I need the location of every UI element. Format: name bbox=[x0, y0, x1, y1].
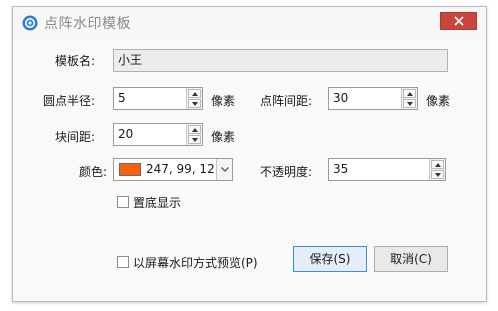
color-picker-combo[interactable]: 247, 99, 12 bbox=[113, 158, 233, 181]
spin-up-icon bbox=[434, 162, 441, 167]
spin-down-icon bbox=[406, 101, 413, 106]
title-bar: 点阵水印模板 bbox=[13, 7, 486, 37]
bottom-layer-checkbox[interactable] bbox=[117, 196, 129, 208]
block-spacing-spinbox[interactable]: 20 bbox=[113, 123, 203, 146]
opacity-spinner bbox=[429, 159, 445, 180]
dot-spacing-spinbox[interactable]: 30 bbox=[328, 87, 418, 110]
spin-up-icon bbox=[191, 91, 198, 96]
color-value: 247, 99, 12 bbox=[146, 162, 215, 176]
spin-up-icon bbox=[406, 91, 413, 96]
opacity-label: 不透明度: bbox=[260, 165, 313, 179]
block-spacing-label: 块间距: bbox=[55, 130, 96, 144]
opacity-value: 35 bbox=[333, 162, 349, 176]
spin-down-icon bbox=[434, 172, 441, 177]
color-label: 颜色: bbox=[79, 165, 108, 179]
dot-radius-unit: 像素 bbox=[211, 94, 236, 108]
dot-radius-value: 5 bbox=[118, 91, 126, 105]
template-name-input[interactable]: 小王 bbox=[113, 49, 448, 72]
bottom-layer-label[interactable]: 置底显示 bbox=[133, 194, 181, 211]
spin-down-icon bbox=[191, 101, 198, 106]
block-spacing-increment[interactable] bbox=[188, 125, 201, 134]
dot-spacing-decrement[interactable] bbox=[403, 99, 416, 108]
block-spacing-value: 20 bbox=[118, 127, 134, 141]
save-button[interactable]: 保存(S) bbox=[293, 246, 367, 272]
block-spacing-spinner bbox=[186, 124, 202, 145]
color-swatch bbox=[119, 163, 141, 176]
opacity-spinbox[interactable]: 35 bbox=[328, 158, 446, 181]
cancel-button[interactable]: 取消(C) bbox=[374, 246, 448, 272]
template-name-label: 模板名: bbox=[55, 54, 96, 68]
dot-radius-decrement[interactable] bbox=[188, 99, 201, 108]
dot-radius-increment[interactable] bbox=[188, 89, 201, 98]
close-button[interactable] bbox=[440, 12, 477, 30]
opacity-decrement[interactable] bbox=[431, 170, 444, 179]
preview-checkbox[interactable] bbox=[117, 256, 129, 268]
dialog-window: 点阵水印模板 模板名: 小王 圆点半径: 5 像素 点阵间距: 30 像素 块间… bbox=[12, 6, 487, 302]
app-icon bbox=[22, 15, 38, 31]
dot-radius-spinner bbox=[186, 88, 202, 109]
preview-label[interactable]: 以屏幕水印方式预览(P) bbox=[133, 254, 258, 271]
spin-up-icon bbox=[191, 127, 198, 132]
dot-spacing-value: 30 bbox=[333, 91, 349, 105]
dot-spacing-unit: 像素 bbox=[426, 94, 451, 108]
color-dropdown-button[interactable] bbox=[216, 159, 232, 180]
close-icon bbox=[453, 16, 464, 26]
dot-spacing-spinner bbox=[401, 88, 417, 109]
block-spacing-decrement[interactable] bbox=[188, 135, 201, 144]
chevron-down-icon bbox=[220, 167, 229, 172]
opacity-increment[interactable] bbox=[431, 160, 444, 169]
spin-down-icon bbox=[191, 137, 198, 142]
dot-radius-label: 圆点半径: bbox=[43, 94, 96, 108]
dot-spacing-increment[interactable] bbox=[403, 89, 416, 98]
dot-radius-spinbox[interactable]: 5 bbox=[113, 87, 203, 110]
window-title: 点阵水印模板 bbox=[44, 16, 131, 32]
dot-spacing-label: 点阵间距: bbox=[260, 94, 313, 108]
block-spacing-unit: 像素 bbox=[211, 130, 236, 144]
